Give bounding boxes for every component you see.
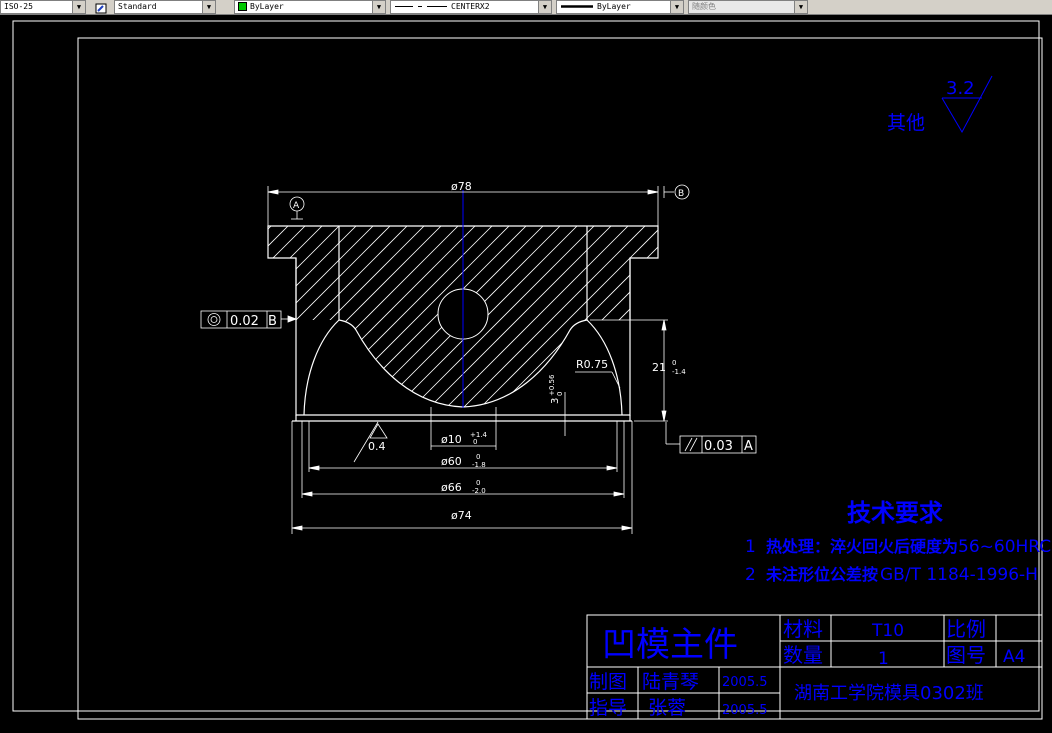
hatch-line <box>268 226 329 407</box>
lineweight-dropdown[interactable]: ByLayer ▼ <box>556 0 684 14</box>
roughness-label: 其他 <box>887 112 925 134</box>
material-label: 材料 <box>783 617 823 641</box>
viewport-frame <box>12 20 1040 712</box>
drawn-by-label: 制图 <box>589 671 627 693</box>
chevron-down-icon[interactable]: ▼ <box>670 1 683 13</box>
hatch-line <box>706 220 906 420</box>
drawing-number-value: A4 <box>1003 647 1025 667</box>
part-name: 凹模主件 <box>602 625 738 665</box>
datum-b-label: B <box>678 189 684 199</box>
text-style-icon[interactable] <box>94 0 108 14</box>
sheet-border <box>77 37 1043 720</box>
coaxiality-datum: B <box>268 314 277 329</box>
dim-d66: ø66 <box>441 481 462 494</box>
textstyle-value: Standard <box>118 2 157 11</box>
datum-a-label: A <box>293 201 300 211</box>
parallel-tolerance: 0.03 <box>704 439 733 454</box>
dim-d10: ø10 <box>441 433 462 446</box>
material-value: T10 <box>871 621 904 641</box>
plotstyle-dropdown[interactable]: 随颜色 ▼ <box>688 0 808 14</box>
hatch-line <box>723 220 923 420</box>
dim-d60-tol-lower: -1.8 <box>472 461 486 469</box>
hatch-line <box>654 226 658 407</box>
hatch-line <box>331 226 533 407</box>
parallel-datum: A <box>744 439 753 454</box>
hatch-line <box>268 226 380 407</box>
hatch-line <box>268 226 295 407</box>
lineweight-value: ByLayer <box>597 2 631 11</box>
linetype-preview-icon <box>395 6 447 7</box>
hatch-line <box>268 226 448 407</box>
hatch-line <box>399 226 601 407</box>
lineweight-preview-icon <box>561 5 593 8</box>
tech-req-1-value: 56~60HRC <box>958 537 1051 557</box>
tech-req-2-num: 2 <box>745 565 756 585</box>
dim-21-tol-lower: -1.4 <box>672 368 686 376</box>
dim-21: 21 <box>652 361 666 374</box>
tech-req-title: 技术要求 <box>847 499 943 527</box>
school-name: 湖南工学院模具0302班 <box>794 683 984 704</box>
color-value: ByLayer <box>250 2 284 11</box>
chevron-down-icon[interactable]: ▼ <box>538 1 551 13</box>
roughness-value: 3.2 <box>946 78 975 99</box>
dim-3-tol-upper: +0.56 <box>548 374 556 396</box>
dim-d78: ø78 <box>451 180 472 193</box>
coaxiality-tolerance: 0.02 <box>230 314 259 329</box>
checked-by-label: 指导 <box>589 697 627 719</box>
tech-req-1-text: 热处理：淬火回火后硬度为 <box>766 537 958 556</box>
textstyle-dropdown[interactable]: Standard ▼ <box>114 0 216 14</box>
layer-color-swatch <box>238 2 247 11</box>
drawing-svg: ø78 A B 0.02 B R0.75 21 0 -1.4 3 +0.56 0… <box>12 20 1051 720</box>
tech-req-lines: 1 热处理：淬火回火后硬度为 56~60HRC 2 未注形位公差按 GB/T 1… <box>745 537 1051 585</box>
linetype-dropdown[interactable]: CENTERX2 ▼ <box>390 0 552 14</box>
drawn-by-name: 陆青琴 <box>642 671 699 693</box>
dim-d74: ø74 <box>451 509 472 522</box>
dim-3-tol-lower: 0 <box>556 392 564 396</box>
checked-by-name: 张蓉 <box>648 697 686 719</box>
dim-r075: R0.75 <box>576 358 608 371</box>
hatch-line <box>740 220 940 420</box>
quantity-value: 1 <box>878 649 889 669</box>
dim-21-tol-upper: 0 <box>672 359 676 367</box>
chevron-down-icon[interactable]: ▼ <box>202 1 215 13</box>
roughness-bore: 0.4 <box>368 440 386 453</box>
color-dropdown[interactable]: ByLayer ▼ <box>234 0 386 14</box>
checked-date: 2005.5 <box>722 703 768 718</box>
hatch-line <box>268 226 431 407</box>
plotstyle-value: 随颜色 <box>692 2 716 11</box>
chevron-down-icon[interactable]: ▼ <box>794 1 807 13</box>
properties-toolbar: ISO-25 ▼ Standard ▼ ByLayer ▼ CENTERX2 ▼… <box>0 0 1052 15</box>
dim-d60: ø60 <box>441 455 462 468</box>
drawing-canvas[interactable]: ø78 A B 0.02 B R0.75 21 0 -1.4 3 +0.56 0… <box>0 15 1052 729</box>
dimstyle-dropdown[interactable]: ISO-25 ▼ <box>0 0 86 14</box>
hatch-line <box>672 220 872 420</box>
quantity-label: 数量 <box>783 643 823 667</box>
hatch-line <box>268 226 363 407</box>
dim-d10-tol-lower: 0 <box>473 438 477 446</box>
tech-req-2-value: GB/T 1184-1996-H <box>880 565 1038 585</box>
dimstyle-value: ISO-25 <box>4 2 33 11</box>
dim-d60-tol-upper: 0 <box>476 453 480 461</box>
tech-req-2-text: 未注形位公差按 <box>765 565 878 584</box>
section-hatch <box>268 220 957 420</box>
dim-3: 3 <box>550 398 561 404</box>
linetype-value: CENTERX2 <box>451 2 490 11</box>
scale-label: 比例 <box>946 617 986 641</box>
hatch-line <box>757 220 957 420</box>
dim-d66-tol-upper: 0 <box>476 479 480 487</box>
drawing-number-label: 图号 <box>946 643 986 667</box>
dim-d66-tol-lower: -2.0 <box>472 487 486 495</box>
hatch-line <box>689 220 889 420</box>
chevron-down-icon[interactable]: ▼ <box>372 1 385 13</box>
drawn-date: 2005.5 <box>722 675 768 690</box>
chevron-down-icon[interactable]: ▼ <box>72 1 85 13</box>
tech-req-1-num: 1 <box>745 537 756 557</box>
